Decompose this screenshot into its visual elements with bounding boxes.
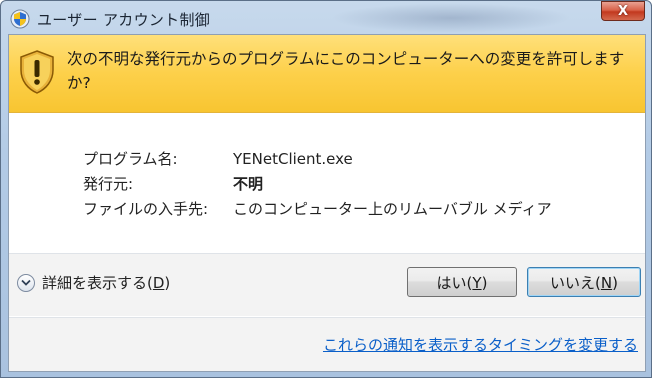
chevron-down-icon: [17, 273, 35, 292]
close-icon: X: [617, 3, 629, 19]
close-button[interactable]: X: [601, 1, 645, 21]
banner-message: 次の不明な発行元からのプログラムにこのコンピューターへの変更を許可しますか?: [67, 50, 625, 92]
detail-row-program: プログラム名: YENetClient.exe: [83, 147, 552, 172]
footer: これらの通知を表示するタイミングを変更する: [9, 317, 645, 371]
detail-row-publisher: 発行元: 不明: [83, 172, 552, 197]
detail-value: 不明: [233, 175, 264, 193]
window-title: ユーザー アカウント制御: [37, 10, 211, 29]
no-button[interactable]: いいえ(N): [527, 267, 641, 297]
uac-window: ユーザー アカウント制御 X 次の不明な発行元からのプログラムにこのコンピュータ…: [0, 0, 652, 378]
show-details-label: 詳細を表示する(D): [42, 274, 171, 292]
warning-banner: 次の不明な発行元からのプログラムにこのコンピューターへの変更を許可しますか?: [9, 35, 645, 113]
detail-value: このコンピューター上のリムーバブル メディア: [233, 200, 552, 218]
program-details: プログラム名: YENetClient.exe 発行元: 不明 ファイルの入手先…: [83, 147, 552, 222]
title-bar[interactable]: ユーザー アカウント制御: [9, 5, 643, 33]
yes-label: はい(Y): [436, 273, 488, 292]
detail-row-origin: ファイルの入手先: このコンピューター上のリムーバブル メディア: [83, 197, 552, 222]
detail-label: ファイルの入手先:: [83, 200, 209, 218]
yes-button[interactable]: はい(Y): [407, 267, 517, 297]
no-label: いいえ(N): [550, 273, 618, 292]
uac-shield-icon: [9, 8, 31, 30]
detail-label: 発行元:: [83, 175, 134, 193]
dialog-body: 次の不明な発行元からのプログラムにこのコンピューターへの変更を許可しますか? プ…: [8, 34, 646, 372]
detail-value: YENetClient.exe: [233, 150, 353, 168]
notification-settings-link[interactable]: これらの通知を表示するタイミングを変更する: [323, 334, 638, 355]
action-area: 詳細を表示する(D) はい(Y) いいえ(N): [9, 254, 645, 316]
detail-label: プログラム名:: [83, 150, 178, 168]
warning-shield-icon: [20, 50, 54, 94]
show-details-toggle[interactable]: 詳細を表示する(D): [17, 272, 170, 293]
